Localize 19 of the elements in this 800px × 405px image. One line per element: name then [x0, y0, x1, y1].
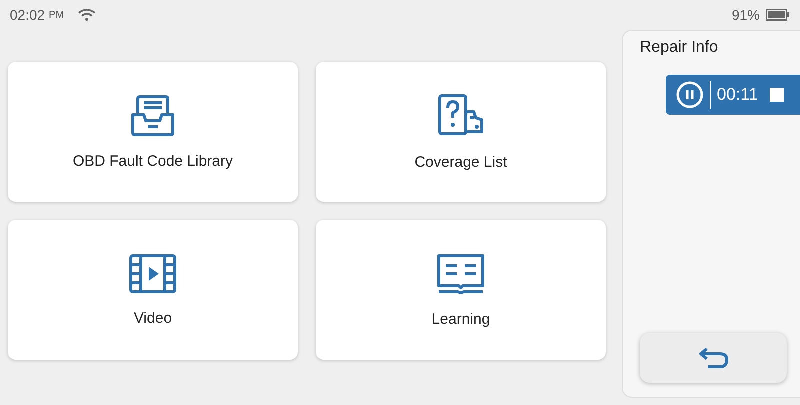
menu-tile[interactable]: Video	[8, 220, 298, 360]
back-button[interactable]	[640, 333, 787, 383]
elapsed-time: 00:11	[717, 85, 758, 105]
clock-meridiem: PM	[49, 10, 64, 20]
panel-title: Repair Info	[639, 39, 720, 57]
open-book-icon	[436, 252, 486, 294]
pause-icon[interactable]	[676, 81, 704, 109]
menu-tile[interactable]: OBD Fault Code Library	[8, 62, 298, 202]
battery-percent: 91%	[732, 7, 760, 23]
film-play-icon	[129, 254, 177, 294]
question-truck-icon	[438, 94, 484, 138]
battery-icon	[766, 9, 790, 21]
menu-tile[interactable]: Coverage List	[316, 62, 606, 202]
back-icon	[698, 346, 730, 370]
inbox-tray-icon	[130, 94, 176, 136]
menu-tile[interactable]: Learning	[316, 220, 606, 360]
clock-time: 02:02	[10, 7, 46, 23]
wifi-icon	[78, 9, 96, 21]
stop-icon[interactable]	[770, 88, 784, 102]
